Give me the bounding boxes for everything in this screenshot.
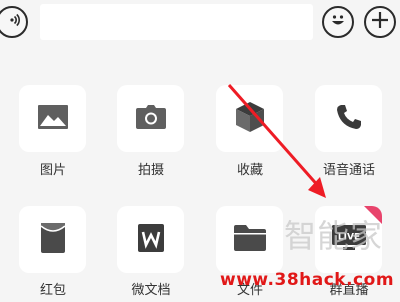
favorites-cube-icon xyxy=(235,101,264,136)
voice-call-label: 语音通话 xyxy=(322,163,375,178)
phone-icon xyxy=(336,104,362,134)
doc-w-icon xyxy=(137,223,164,256)
emoji-icon xyxy=(327,9,349,35)
plus-icon xyxy=(370,10,390,34)
red-packet-item[interactable] xyxy=(19,206,86,273)
image-icon xyxy=(37,104,68,133)
image-item[interactable] xyxy=(19,85,86,152)
camera-item[interactable] xyxy=(117,85,184,152)
camera-label: 拍摄 xyxy=(137,163,164,178)
voice-input-button[interactable] xyxy=(0,6,28,38)
watermark-logo: 智能家 xyxy=(284,217,384,255)
message-input[interactable] xyxy=(40,4,313,40)
micro-doc-item[interactable] xyxy=(117,206,184,273)
more-functions-button[interactable] xyxy=(364,6,396,38)
red-packet-label: 红包 xyxy=(39,283,66,298)
chat-input-bar xyxy=(0,0,400,64)
folder-icon xyxy=(233,224,266,255)
emoji-button[interactable] xyxy=(322,6,354,38)
micro-doc-label: 微文档 xyxy=(131,283,171,298)
red-packet-icon xyxy=(40,222,65,257)
favorites-label: 收藏 xyxy=(236,163,263,178)
favorites-item[interactable] xyxy=(216,85,283,152)
image-label: 图片 xyxy=(39,163,66,178)
watermark-url: www.38hack.com xyxy=(220,270,395,290)
voice-input-icon xyxy=(3,11,21,33)
file-item[interactable] xyxy=(216,206,283,273)
more-functions-panel: 图片 拍摄 收藏 语音通话 红包 微文档 文件 LIVE 群直播 xyxy=(0,64,400,302)
camera-icon xyxy=(135,104,166,133)
voice-call-item[interactable] xyxy=(315,85,382,152)
